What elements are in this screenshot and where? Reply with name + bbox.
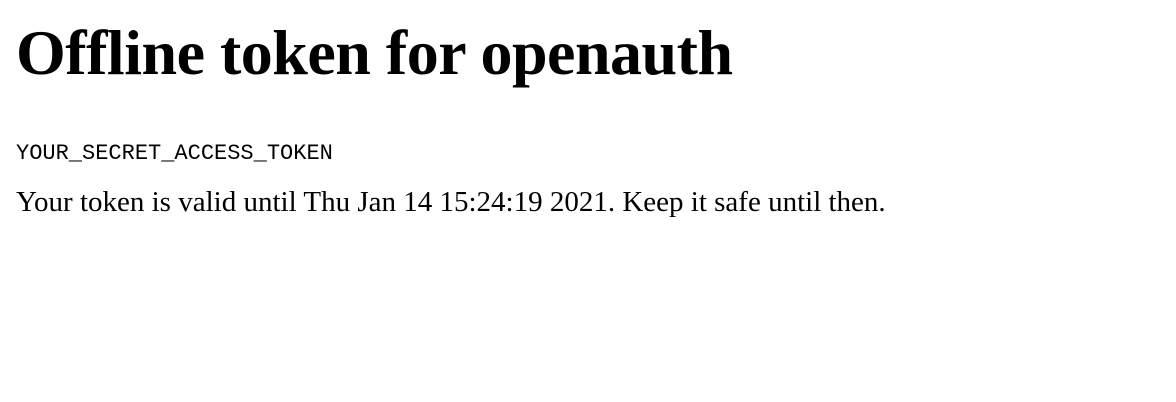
token-validity-message: Your token is valid until Thu Jan 14 15:… (16, 186, 886, 218)
page-title: Offline token for openauth (16, 17, 733, 88)
access-token-text[interactable]: YOUR_SECRET_ACCESS_TOKEN (16, 141, 1160, 167)
page: Offline token for openauth YOUR_SECRET_A… (0, 0, 1176, 402)
